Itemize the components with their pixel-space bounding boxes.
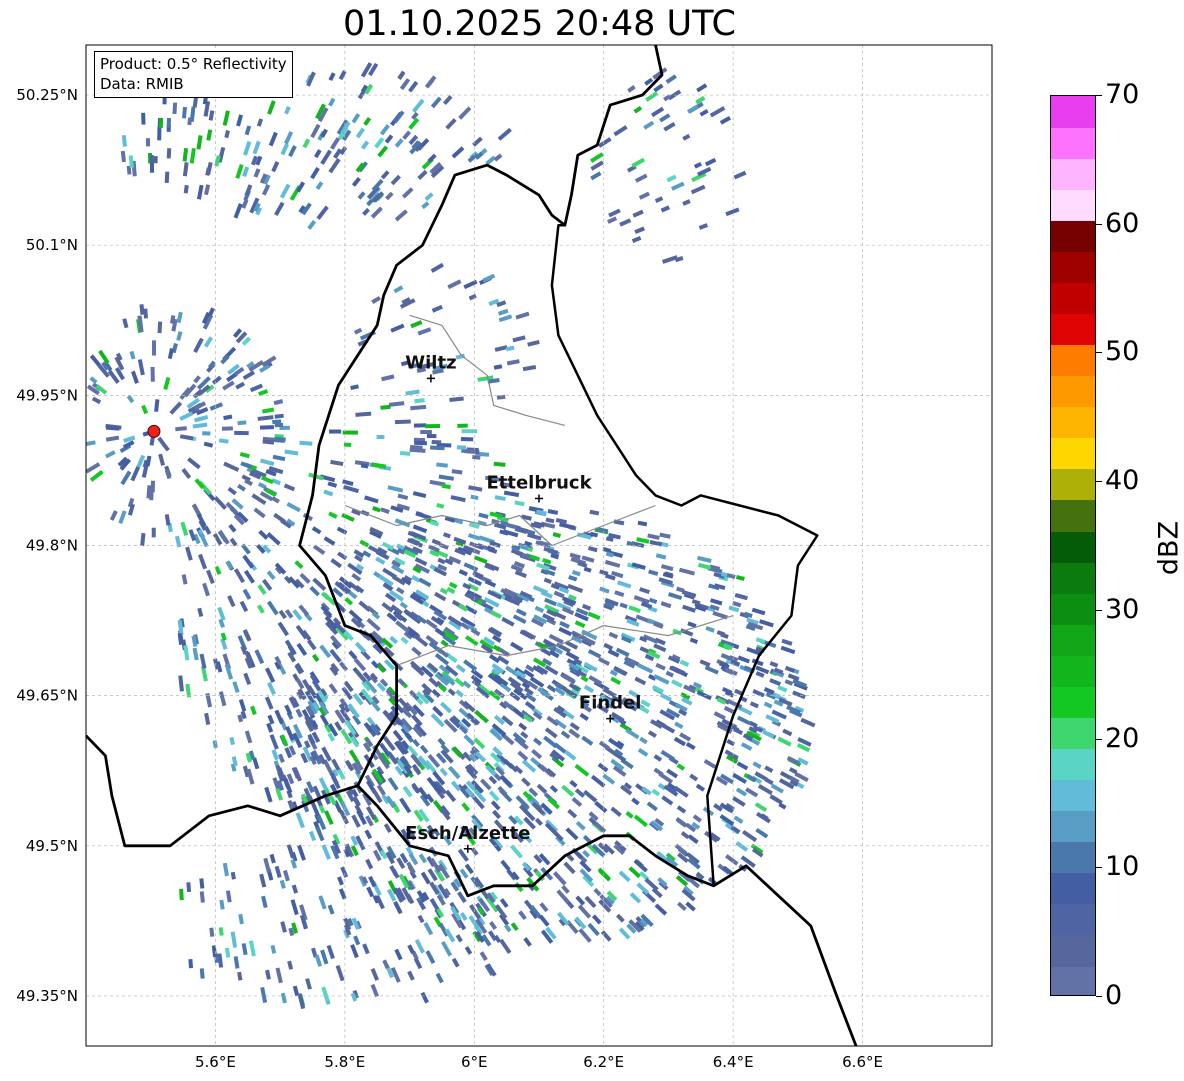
y-tick-label: 49.95°N (16, 386, 78, 404)
city-label: Findel (579, 693, 642, 714)
x-tick-label: 6°E (461, 1053, 488, 1071)
y-tick-label: 49.65°N (16, 687, 78, 705)
colorbar-segment (1051, 468, 1095, 501)
data-source-label: Data: RMIB (100, 75, 184, 93)
colorbar-segment (1051, 655, 1095, 687)
y-tick-label: 49.5°N (26, 837, 78, 855)
x-tick-label: 6.2°E (583, 1053, 624, 1071)
x-tick-label: 5.6°E (195, 1053, 236, 1071)
colorbar-segment (1051, 344, 1095, 377)
product-label: Product: 0.5° Reflectivity (100, 55, 287, 73)
colorbar-unit-label: dBZ (1153, 520, 1184, 576)
colorbar-tick-mark (1096, 352, 1102, 354)
colorbar (1050, 95, 1096, 996)
product-info-box: Product: 0.5° Reflectivity Data: RMIB (94, 51, 293, 98)
colorbar-segment (1051, 437, 1095, 470)
city-label: Ettelbruck (486, 472, 592, 493)
y-tick-label: 49.35°N (16, 987, 78, 1005)
colorbar-segment (1051, 562, 1095, 594)
radar-site-layer (147, 424, 161, 438)
colorbar-tick-label: 10 (1105, 851, 1140, 883)
colorbar-tick-label: 70 (1105, 79, 1140, 110)
colorbar-tick-label: 0 (1105, 980, 1123, 1011)
city-label: Esch/Alzette (405, 823, 530, 844)
colorbar-tick-label: 60 (1105, 207, 1140, 239)
colorbar-segment (1051, 841, 1095, 874)
colorbar-segment (1051, 965, 1095, 995)
y-tick-label: 50.1°N (26, 236, 78, 254)
colorbar-tick-mark (1096, 95, 1102, 96)
y-tick-label: 49.8°N (26, 537, 78, 555)
colorbar-segment (1051, 96, 1095, 128)
radar-map: Wiltz Ettelbruck Findel Esch/Alzette 5.6°E 5… (16, 44, 993, 1071)
colorbar-tick-mark (1096, 223, 1102, 225)
y-tick-label: 50.25°N (16, 86, 78, 104)
colorbar-segment (1051, 779, 1095, 812)
colorbar-tick-label: 30 (1105, 593, 1140, 625)
colorbar-segment (1051, 189, 1095, 221)
colorbar-segment (1051, 686, 1095, 718)
colorbar-tick-mark (1096, 996, 1102, 997)
colorbar-tick-label: 40 (1105, 465, 1140, 497)
colorbar-tick-mark (1096, 481, 1102, 483)
colorbar-segment (1051, 282, 1095, 315)
colorbar-tick-label: 50 (1105, 336, 1140, 368)
colorbar-segment (1051, 903, 1095, 936)
colorbar-segment (1051, 499, 1095, 532)
x-tick-label: 5.8°E (324, 1053, 365, 1071)
x-tick-label: 6.4°E (713, 1053, 754, 1071)
x-tick-label: 6.6°E (842, 1053, 883, 1071)
colorbar-tick-mark (1096, 738, 1102, 740)
colorbar-segment (1051, 127, 1095, 159)
colorbar-tick-label: 20 (1105, 722, 1140, 754)
colorbar-segment (1051, 313, 1095, 346)
colorbar-segment (1051, 406, 1095, 439)
colorbar-segment (1051, 158, 1095, 190)
colorbar-segment (1051, 810, 1095, 843)
colorbar-segment (1051, 220, 1095, 252)
colorbar-segment (1051, 934, 1095, 967)
colorbar-segment (1051, 748, 1095, 781)
radar-site-icon (147, 424, 161, 438)
colorbar-segment (1051, 375, 1095, 408)
colorbar-tick-mark (1096, 609, 1102, 611)
colorbar-segment (1051, 530, 1095, 563)
colorbar-segment (1051, 593, 1095, 625)
colorbar-segment (1051, 717, 1095, 750)
colorbar-tick-mark (1096, 867, 1102, 869)
city-label: Wiltz (405, 352, 456, 373)
colorbar-segment (1051, 872, 1095, 905)
colorbar-segment (1051, 624, 1095, 656)
colorbar-segment (1051, 251, 1095, 283)
